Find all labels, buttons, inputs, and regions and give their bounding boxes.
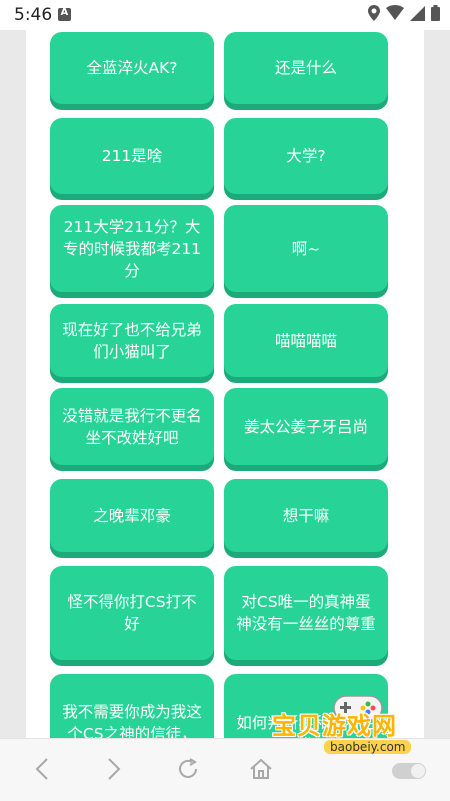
message-bubble[interactable]: 211大学211分？大专的时候我都考211分 — [50, 205, 214, 292]
back-button[interactable] — [34, 757, 50, 781]
message-bubble[interactable]: 想干嘛 — [224, 479, 388, 552]
message-bubble[interactable]: 还是什么 — [224, 32, 388, 104]
refresh-icon — [179, 758, 197, 778]
message-bubble[interactable]: 啊~ — [224, 205, 388, 292]
forward-button[interactable] — [106, 757, 122, 781]
chevron-right-icon — [108, 758, 121, 780]
message-bubble[interactable]: 怪不得你打CS打不好 — [50, 566, 214, 660]
signal-icon — [410, 5, 425, 21]
message-bubble[interactable]: 没错就是我行不更名坐不改姓好吧 — [50, 388, 214, 465]
message-bubble[interactable]: 对CS唯一的真神蛋神没有一丝丝的尊重 — [224, 566, 388, 660]
message-bubble[interactable]: 喵喵喵喵 — [224, 304, 388, 377]
message-grid: 全蓝淬火AK? 还是什么 211是啥 大学? 211大学211分？大专的时候我都考211… — [50, 32, 390, 738]
toggle-switch[interactable] — [392, 763, 426, 779]
refresh-button[interactable] — [176, 757, 200, 781]
status-time: 5:46 — [14, 5, 53, 25]
message-bubble[interactable]: 全蓝淬火AK? — [50, 32, 214, 104]
toggle-icon — [392, 763, 426, 779]
message-bubble[interactable]: 大学? — [224, 118, 388, 194]
wifi-icon — [386, 5, 404, 20]
status-bar: 5:46 — [0, 0, 450, 30]
message-bubble[interactable]: 如何判断狼和狗看毛发 — [224, 674, 388, 738]
message-bubble[interactable]: 我不需要你成为我这个CS之神的信徒，但你起码要对 — [50, 674, 214, 738]
home-icon — [250, 758, 272, 779]
system-icons — [368, 5, 440, 21]
location-icon — [368, 5, 380, 21]
message-bubble[interactable]: 现在好了也不给兄弟们小猫叫了 — [50, 304, 214, 377]
notification-icon — [58, 7, 71, 21]
chat-panel: 全蓝淬火AK? 还是什么 211是啥 大学? 211大学211分？大专的时候我都考211… — [26, 30, 424, 738]
home-button[interactable] — [249, 757, 273, 781]
battery-icon — [431, 5, 440, 21]
browser-bottom-nav — [0, 738, 450, 801]
chevron-left-icon — [35, 758, 48, 780]
message-bubble[interactable]: 姜太公姜子牙吕尚 — [224, 388, 388, 465]
message-bubble[interactable]: 211是啥 — [50, 118, 214, 194]
message-bubble[interactable]: 之晚辈邓豪 — [50, 479, 214, 552]
